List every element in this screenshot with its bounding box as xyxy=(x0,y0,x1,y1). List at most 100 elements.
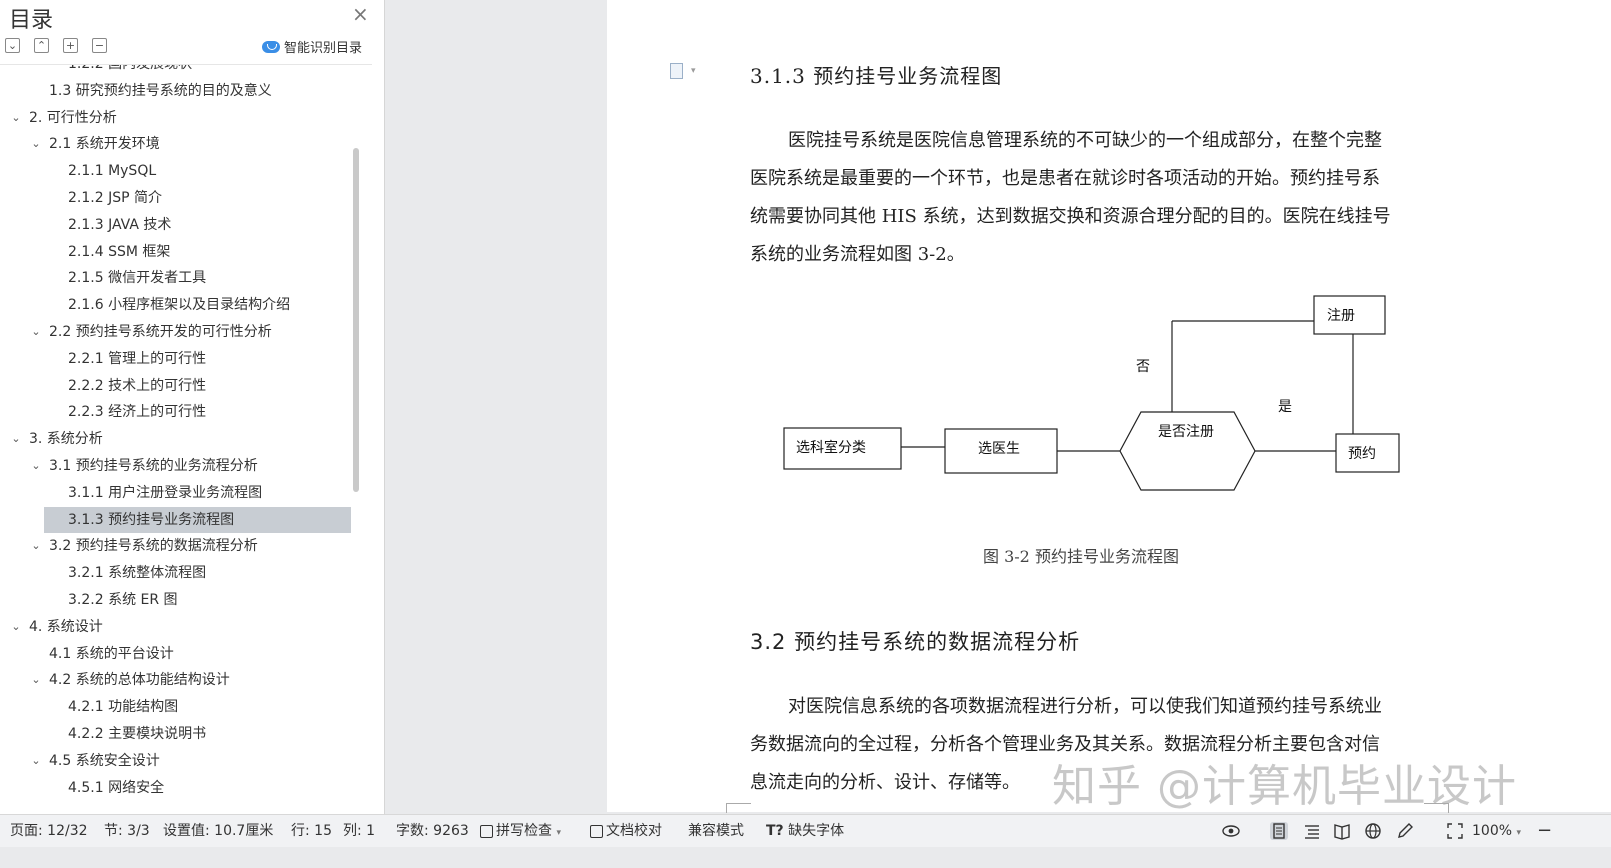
toc-item-label: 3.2 预约挂号系统的数据流程分析 xyxy=(49,538,258,555)
decision-label: 是否注册 xyxy=(1158,424,1214,440)
toc-item-label: 2.2.1 管理上的可行性 xyxy=(68,350,207,367)
toc-item-label: 2.1.6 小程序框架以及目录结构介绍 xyxy=(68,297,291,314)
toc-item[interactable]: 2.2.2 技术上的可行性 xyxy=(0,373,352,399)
zoom-level[interactable]: 100% ▾ xyxy=(1472,815,1521,847)
toc-item-label: 2.1.5 微信开发者工具 xyxy=(68,270,207,287)
toc-item[interactable]: 4.2.1 功能结构图 xyxy=(0,694,352,720)
page-margin-mark xyxy=(726,803,751,813)
proofread-button[interactable]: 文档校对 xyxy=(590,815,662,847)
toc-item[interactable]: 2.1.6 小程序框架以及目录结构介绍 xyxy=(0,292,352,318)
toc-item[interactable]: 3.2.2 系统 ER 图 xyxy=(0,587,352,613)
toc-item[interactable]: ⌄ 3.1 预约挂号系统的业务流程分析 xyxy=(0,453,352,479)
toc-item[interactable]: 2.1.1 MySQL xyxy=(0,158,352,184)
toc-item-label: 2.1.3 JAVA 技术 xyxy=(68,216,172,233)
toc-item[interactable]: ⌄ 3. 系统分析 xyxy=(0,426,352,452)
toc-item[interactable]: 1.2.2 国内发展现状 xyxy=(0,64,352,77)
pen-icon[interactable] xyxy=(1396,822,1414,840)
toc-item[interactable]: 2.1.5 微信开发者工具 xyxy=(0,265,352,291)
toc-item-label: 1.2.2 国内发展现状 xyxy=(68,64,193,72)
select-doctor-label: 选医生 xyxy=(978,441,1020,457)
add-item-icon[interactable]: + xyxy=(63,38,78,53)
setting-indicator[interactable]: 设置值: 10.7厘米 xyxy=(163,815,273,847)
chevron-down-icon[interactable]: ▾ xyxy=(691,66,696,76)
toc-item[interactable]: ⌄ 3.2 预约挂号系统的数据流程分析 xyxy=(0,533,352,559)
fit-page-icon[interactable] xyxy=(1446,822,1464,840)
document-icon[interactable] xyxy=(670,63,683,79)
toc-item[interactable]: ⌄ 4.5 系统安全设计 xyxy=(0,748,352,774)
toc-item[interactable]: ⌄ 4.2 系统的总体功能结构设计 xyxy=(0,667,352,693)
chevron-down-icon[interactable]: ⌄ xyxy=(29,533,43,559)
missing-font-button[interactable]: T? 缺失字体 xyxy=(766,815,844,847)
toc-item[interactable]: 4.5.1 网络安全 xyxy=(0,775,352,801)
chevron-down-icon[interactable]: ⌄ xyxy=(29,319,43,345)
smart-toc-label: 智能识别目录 xyxy=(284,41,363,56)
smart-toc-button[interactable]: 智能识别目录 xyxy=(262,37,362,56)
toc-item-label: 4.5 系统安全设计 xyxy=(49,752,160,769)
collapse-all-icon[interactable]: ⌃ xyxy=(34,38,49,53)
toc-item[interactable]: ⌄ 2.2 预约挂号系统开发的可行性分析 xyxy=(0,319,352,345)
status-bar: 页面: 12/32 节: 3/3 设置值: 10.7厘米 行: 15 列: 1 … xyxy=(0,814,1611,847)
toc-list: 1.2.2 国内发展现状 1.3 研究预约挂号系统的目的及意义 ⌄ 2. 可行性分析 ⌄… xyxy=(0,64,372,817)
row-indicator[interactable]: 行: 15 xyxy=(291,815,332,847)
toc-item-label: 4.1 系统的平台设计 xyxy=(49,645,174,662)
chevron-down-icon[interactable]: ⌄ xyxy=(29,667,43,693)
toc-item[interactable]: 3.1.1 用户注册登录业务流程图 xyxy=(0,480,352,506)
select-dept-label: 选科室分类 xyxy=(796,439,866,456)
watermark: 知乎 @计算机毕业设计 xyxy=(1052,761,1517,812)
toc-item[interactable]: 2.2.1 管理上的可行性 xyxy=(0,346,352,372)
chevron-down-icon[interactable]: ⌄ xyxy=(9,614,23,640)
toc-item[interactable]: 3.1.3 预约挂号业务流程图 xyxy=(44,506,351,533)
page-view-icon[interactable] xyxy=(1270,822,1288,840)
page-indicator[interactable]: 页面: 12/32 xyxy=(10,815,88,847)
chevron-down-icon[interactable]: ⌄ xyxy=(29,748,43,774)
toc-item[interactable]: 4.1 系统的平台设计 xyxy=(0,641,352,667)
toc-item-label: 2.1 系统开发环境 xyxy=(49,136,160,153)
proofread-icon xyxy=(590,824,603,838)
col-indicator[interactable]: 列: 1 xyxy=(343,815,375,847)
compat-mode[interactable]: 兼容模式 xyxy=(688,815,744,847)
toc-item-label: 4.2.1 功能结构图 xyxy=(68,699,179,716)
toc-item[interactable]: 2.1.4 SSM 框架 xyxy=(0,239,352,265)
read-mode-icon[interactable] xyxy=(1333,822,1351,840)
flowchart: 选科室分类 选医生 是否注册 注册 预约 否 是 xyxy=(783,295,1400,491)
toc-item-label: 4.5.1 网络安全 xyxy=(68,779,165,796)
remove-item-icon[interactable]: − xyxy=(92,38,107,53)
toc-item[interactable]: 3.2.1 系统整体流程图 xyxy=(0,560,352,586)
eye-icon[interactable] xyxy=(1222,822,1240,840)
toc-item-label: 4.2 系统的总体功能结构设计 xyxy=(49,672,230,689)
cloud-icon xyxy=(262,40,280,53)
spell-check-label: 拼写检查 xyxy=(496,823,552,839)
toc-item[interactable]: 4.2.2 主要模块说明书 xyxy=(0,721,352,747)
toc-item-label: 2.2.2 技术上的可行性 xyxy=(68,377,207,394)
toc-item[interactable]: ⌄ 2.1 系统开发环境 xyxy=(0,131,352,157)
missing-font-label: 缺失字体 xyxy=(788,823,845,839)
chevron-down-icon[interactable]: ⌄ xyxy=(9,426,23,452)
toc-item[interactable]: 2.2.3 经济上的可行性 xyxy=(0,399,352,425)
word-count[interactable]: 字数: 9263 xyxy=(396,815,469,847)
web-view-icon[interactable] xyxy=(1364,822,1382,840)
toc-item-label: 2.2.3 经济上的可行性 xyxy=(68,404,207,421)
paragraph-1: 医院挂号系统是医院信息管理系统的不可缺少的一个组成部分，在整个完整 医院系统是最… xyxy=(750,122,1430,274)
toc-item-label: 2.1.2 JSP 简介 xyxy=(68,190,162,206)
toc-scrollbar[interactable] xyxy=(353,148,359,492)
spell-check-button[interactable]: 拼写检查 ▾ xyxy=(480,815,561,847)
toc-item[interactable]: 1.3 研究预约挂号系统的目的及意义 xyxy=(0,78,352,104)
toc-item[interactable]: 2.1.3 JAVA 技术 xyxy=(0,212,352,238)
section-indicator[interactable]: 节: 3/3 xyxy=(104,815,150,847)
toc-item-label: 3.1.1 用户注册登录业务流程图 xyxy=(68,484,263,501)
expand-all-icon[interactable]: ⌄ xyxy=(5,38,20,53)
toc-item[interactable]: 2.1.2 JSP 简介 xyxy=(0,185,352,211)
chevron-down-icon[interactable]: ⌄ xyxy=(29,453,43,479)
chevron-down-icon[interactable]: ⌄ xyxy=(29,131,43,157)
toc-item-label: 4. 系统设计 xyxy=(29,618,103,635)
close-icon[interactable]: × xyxy=(352,3,369,25)
chevron-down-icon[interactable]: ⌄ xyxy=(9,105,23,131)
toc-item-label: 3.2.2 系统 ER 图 xyxy=(68,592,178,608)
zoom-out-button[interactable]: − xyxy=(1537,815,1552,847)
toc-title: 目录 xyxy=(9,8,54,33)
toc-item[interactable]: ⌄ 4. 系统设计 xyxy=(0,614,352,640)
book-label: 预约 xyxy=(1348,446,1376,462)
toc-item[interactable]: ⌄ 2. 可行性分析 xyxy=(0,105,352,131)
outline-view-icon[interactable] xyxy=(1303,822,1321,840)
proofread-label: 文档校对 xyxy=(606,823,662,839)
